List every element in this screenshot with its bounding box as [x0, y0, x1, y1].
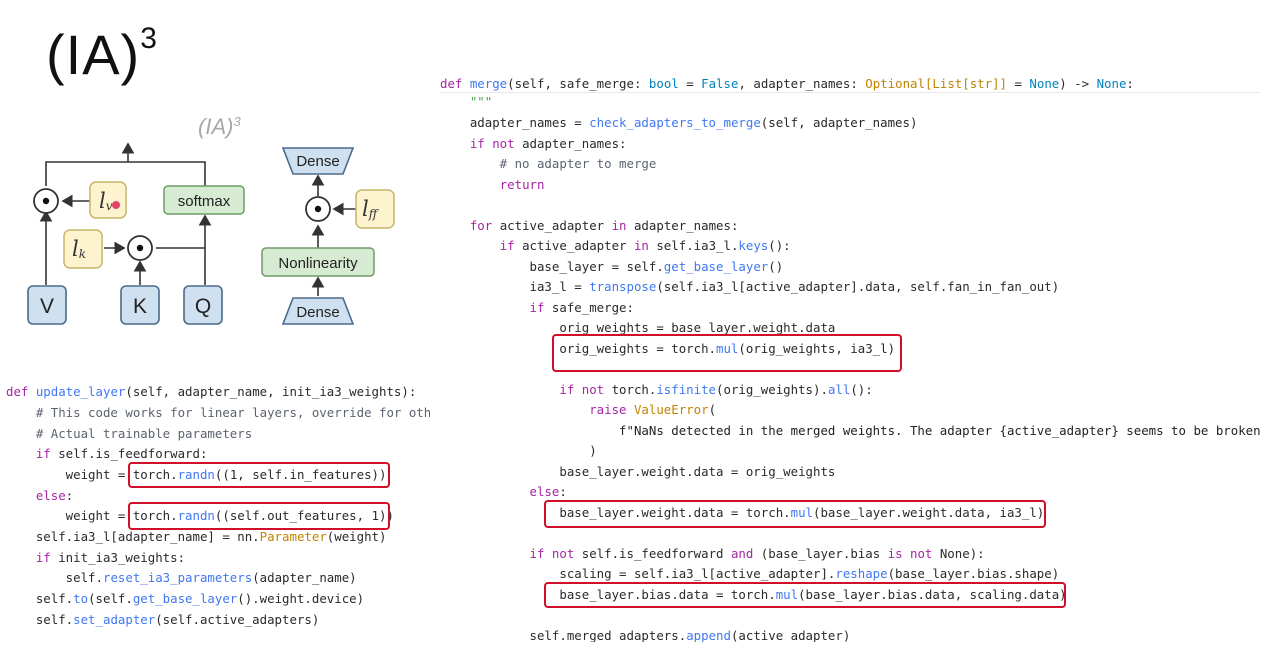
code-line: for active_adapter in adapter_names:	[469, 218, 739, 233]
slide-title-superscript: 3	[140, 22, 158, 56]
code-line: self.set_adapter(self.active_adapters)	[6, 612, 320, 627]
code-line: ia3_l = transpose(self.ia3_l[active_adap…	[440, 279, 1060, 294]
code-line: if not torch.isfinite(orig_weights).all(…	[559, 382, 873, 397]
key-input-box: K	[120, 285, 160, 325]
code-docstring: """	[440, 94, 493, 109]
code-string-line: f"NaNs detected in the merged weights. T…	[440, 423, 1260, 438]
code-line: else:	[529, 484, 567, 499]
highlight-randn-in-features	[128, 462, 390, 488]
scaling-vector-lk: lk	[63, 229, 103, 269]
code-comment: # This code works for linear layers, ove…	[35, 405, 430, 420]
code-line: )	[440, 443, 597, 458]
svg-text:V: V	[40, 295, 54, 318]
scaling-vector-lv: lv	[89, 181, 127, 219]
highlight-randn-out-features	[128, 502, 390, 530]
code-line: adapter_names = check_adapters_to_merge(…	[440, 115, 918, 130]
scaling-vector-lff: lff	[355, 189, 395, 229]
ia3-architecture-diagram: (IA)3 lv softmax lk V K Q Dense lff Nonl…	[27, 114, 395, 325]
highlight-weight-data-mul	[544, 500, 1046, 528]
code-line: if active_adapter in self.ia3_l.keys():	[499, 238, 791, 253]
product-node-key	[127, 235, 153, 261]
code-line: if not adapter_names:	[469, 136, 627, 151]
code-line: raise ValueError(	[589, 402, 717, 417]
code-line: if not self.is_feedforward and (base_lay…	[529, 546, 985, 561]
code-line: if self.is_feedforward:	[35, 446, 208, 461]
product-node-value	[33, 188, 59, 214]
svg-text:Dense: Dense	[296, 304, 339, 321]
nonlinearity-box: Nonlinearity	[261, 247, 375, 277]
code-line: if safe_merge:	[529, 300, 634, 315]
slide-title: (IA)3	[46, 22, 158, 86]
code-line: def update_layer(self, adapter_name, ini…	[6, 384, 417, 399]
cursor-marker	[112, 201, 120, 209]
diagram-label-superscript: 3	[233, 114, 241, 129]
dense-top-layer: Dense	[281, 147, 355, 175]
code-line: else:	[35, 488, 74, 503]
svg-text:softmax: softmax	[178, 193, 231, 210]
svg-text:Q: Q	[195, 295, 211, 318]
diagram-label: (IA)3	[198, 114, 241, 139]
value-input-box: V	[27, 285, 67, 325]
svg-text:Dense: Dense	[296, 153, 339, 170]
code-comment: # Actual trainable parameters	[6, 426, 253, 441]
code-line: self.merged_adapters.append(active_adapt…	[440, 628, 851, 642]
code-line: return	[499, 177, 545, 192]
code-line: base_layer = self.get_base_layer()	[440, 259, 784, 274]
svg-text:Nonlinearity: Nonlinearity	[278, 255, 358, 272]
code-line: scaling = self.ia3_l[active_adapter].res…	[440, 566, 1060, 581]
code-line: if init_ia3_weights:	[35, 550, 186, 565]
merge-code: def merge(self, safe_merge: bool = False…	[440, 72, 1260, 642]
svg-text:K: K	[133, 295, 147, 318]
query-input-box: Q	[183, 285, 223, 325]
code-line: self.reset_ia3_parameters(adapter_name)	[6, 570, 357, 585]
highlight-bias-data-mul	[544, 582, 1066, 608]
dense-bottom-layer: Dense	[281, 297, 355, 325]
code-line: self.ia3_l[adapter_name] = nn.Parameter(…	[6, 529, 387, 544]
code-line: base_layer.weight.data = orig_weights	[440, 464, 836, 479]
highlight-orig-weights-mul	[552, 334, 902, 372]
softmax-box: softmax	[163, 185, 245, 215]
code-line: self.to(self.get_base_layer().weight.dev…	[6, 591, 365, 606]
code-comment: # no adapter to merge	[440, 156, 657, 171]
update-layer-code: def update_layer(self, adapter_name, ini…	[6, 382, 430, 632]
code-line: def merge(self, safe_merge: bool = False…	[440, 76, 1134, 91]
ffn-connectors	[311, 174, 356, 296]
product-node-ffn	[305, 196, 331, 222]
